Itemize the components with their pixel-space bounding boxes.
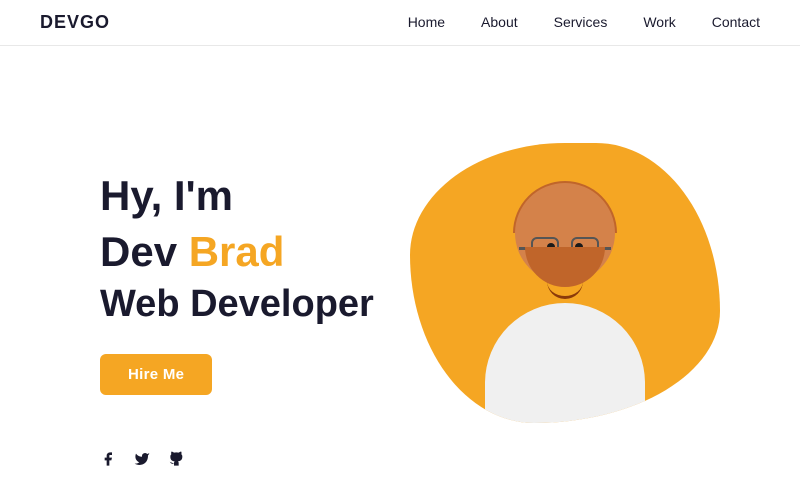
nav-link-contact[interactable]: Contact [712, 14, 760, 30]
twitter-icon[interactable] [134, 451, 150, 472]
nav-links: Home About Services Work Contact [408, 14, 760, 32]
github-icon[interactable] [168, 451, 184, 472]
social-icons [100, 451, 184, 472]
nav-item-services[interactable]: Services [554, 14, 608, 32]
nav-item-about[interactable]: About [481, 14, 518, 32]
nav-item-home[interactable]: Home [408, 14, 445, 32]
hero-greeting: Hy, I'm [100, 171, 410, 221]
navbar: DEVGO Home About Services Work Contact [0, 0, 800, 46]
nav-item-work[interactable]: Work [643, 14, 675, 32]
hero-title: Web Developer [100, 283, 410, 326]
nav-link-services[interactable]: Services [554, 14, 608, 30]
logo[interactable]: DEVGO [40, 12, 110, 33]
hero-name-highlight: Brad [189, 228, 285, 275]
nav-link-work[interactable]: Work [643, 14, 675, 30]
shirt [485, 303, 645, 423]
person-illustration [445, 163, 685, 423]
facebook-icon[interactable] [100, 451, 116, 472]
hero-text: Hy, I'm Dev Brad Web Developer Hire Me [100, 171, 410, 396]
nav-item-contact[interactable]: Contact [712, 14, 760, 32]
blob-background [410, 143, 720, 423]
hire-me-button[interactable]: Hire Me [100, 354, 212, 395]
hero-name: Dev Brad [100, 227, 410, 277]
hero-image-wrapper [410, 143, 720, 423]
hero-section: Hy, I'm Dev Brad Web Developer Hire Me [0, 46, 800, 500]
nav-link-about[interactable]: About [481, 14, 518, 30]
nav-link-home[interactable]: Home [408, 14, 445, 30]
beard [525, 247, 605, 287]
